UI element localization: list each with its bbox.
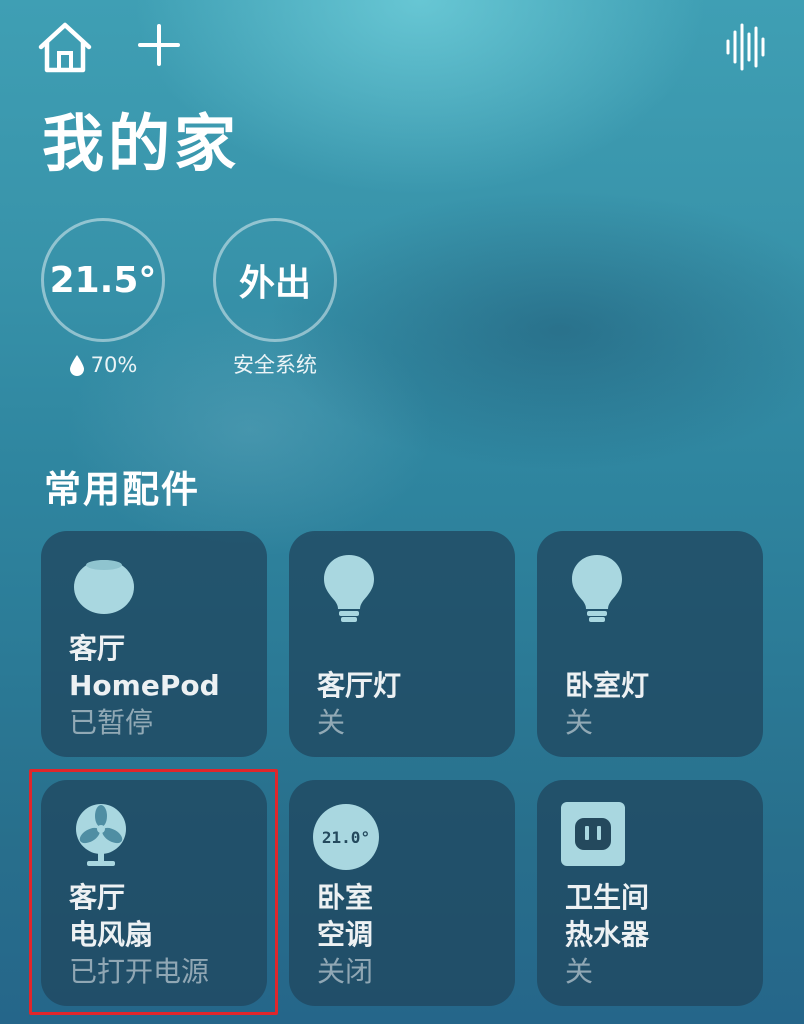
thermostat-icon: 21.0° [313, 804, 379, 870]
security-label: 安全系统 [213, 350, 337, 380]
tile-state: 关 [565, 955, 594, 988]
accessory-tile-air-conditioner[interactable]: 21.0° 卧室 空调 关闭 [289, 780, 515, 1006]
section-title-favorites: 常用配件 [44, 468, 200, 511]
tile-state: 已暂停 [69, 706, 154, 739]
highlight-box [29, 769, 278, 1015]
accessory-tile-bedroom-light[interactable]: 卧室灯 关 [537, 531, 763, 757]
humidity-label: 70% [41, 350, 165, 380]
tile-state: 关 [317, 706, 346, 739]
plus-icon[interactable] [136, 22, 182, 68]
tile-room: 卧室 [317, 881, 374, 914]
tile-name: 卧室灯 [565, 669, 650, 702]
page-title: 我的家 [42, 107, 241, 180]
water-drop-icon [69, 355, 84, 376]
tile-state: 关闭 [317, 955, 374, 988]
tile-room: 客厅 [69, 632, 126, 665]
lightbulb-icon [321, 553, 391, 623]
accessory-tile-living-room-light[interactable]: 客厅灯 关 [289, 531, 515, 757]
tile-room: 卫生间 [565, 881, 650, 914]
accessory-tile-water-heater[interactable]: 卫生间 热水器 关 [537, 780, 763, 1006]
accessory-tile-homepod[interactable]: 客厅 HomePod 已暂停 [41, 531, 267, 757]
humidity-value: 70% [90, 353, 138, 377]
temperature-circle[interactable]: 21.5° [41, 218, 165, 342]
outlet-icon [561, 802, 625, 866]
tile-name: HomePod [69, 669, 220, 702]
tile-name: 客厅灯 [317, 669, 402, 702]
tile-state: 关 [565, 706, 594, 739]
home-icon[interactable] [36, 20, 94, 74]
waveform-icon[interactable] [720, 22, 770, 72]
tile-name: 空调 [317, 918, 374, 951]
lightbulb-icon [569, 553, 639, 623]
security-value: 外出 [238, 263, 311, 304]
top-bar [0, 0, 804, 90]
climate-status[interactable]: 21.5° 70% [41, 218, 165, 380]
security-status[interactable]: 外出 安全系统 [213, 218, 337, 380]
tile-name: 热水器 [565, 918, 650, 951]
security-circle[interactable]: 外出 [213, 218, 337, 342]
temperature-value: 21.5° [49, 259, 157, 301]
homepod-icon [69, 553, 139, 623]
security-label-text: 安全系统 [233, 353, 317, 377]
